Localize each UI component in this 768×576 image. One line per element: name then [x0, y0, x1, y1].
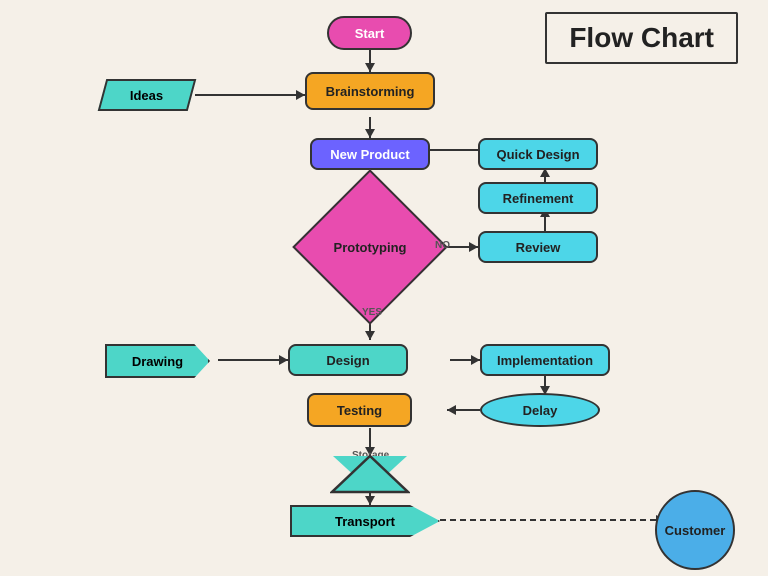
drawing-node: Drawing: [105, 344, 210, 378]
title-text: Flow Chart: [569, 22, 714, 53]
yes-label: YES: [362, 307, 382, 318]
start-node: Start: [327, 16, 412, 50]
no-label: NO: [435, 240, 450, 251]
ideas-node: Ideas: [98, 79, 197, 111]
new-product-node: New Product: [310, 138, 430, 170]
quick-design-node: Quick Design: [478, 138, 598, 170]
brainstorming-node: Brainstorming: [305, 72, 435, 110]
delay-node: Delay: [480, 393, 600, 427]
transport-node: Transport: [290, 505, 440, 537]
customer-node: Customer: [655, 490, 735, 570]
prototyping-node: Prototyping: [315, 192, 425, 302]
design-node: Design: [288, 344, 408, 376]
chart-title: Flow Chart: [545, 12, 738, 64]
refinement-node: Refinement: [478, 182, 598, 214]
testing-node: Testing: [307, 393, 412, 427]
review-node: Review: [478, 231, 598, 263]
implementation-node: Implementation: [480, 344, 610, 376]
